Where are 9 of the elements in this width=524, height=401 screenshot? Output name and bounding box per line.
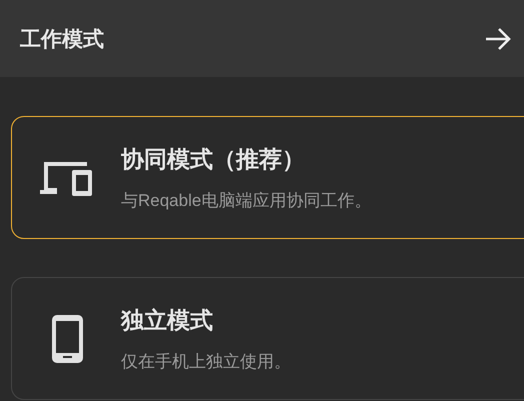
mode-description: 与Reqable电脑端应用协同工作。 xyxy=(121,190,372,212)
phone-icon xyxy=(52,314,83,362)
mode-description: 仅在手机上独立使用。 xyxy=(121,350,291,372)
mode-title: 协同模式（推荐） xyxy=(121,144,306,174)
mode-card[interactable]: 独立模式 仅在手机上独立使用。 xyxy=(11,277,524,400)
devices-icon xyxy=(40,160,92,196)
page-title: 工作模式 xyxy=(20,26,104,52)
mode-card[interactable]: 协同模式（推荐） 与Reqable电脑端应用协同工作。 xyxy=(11,116,524,239)
mode-title: 独立模式 xyxy=(121,306,214,334)
